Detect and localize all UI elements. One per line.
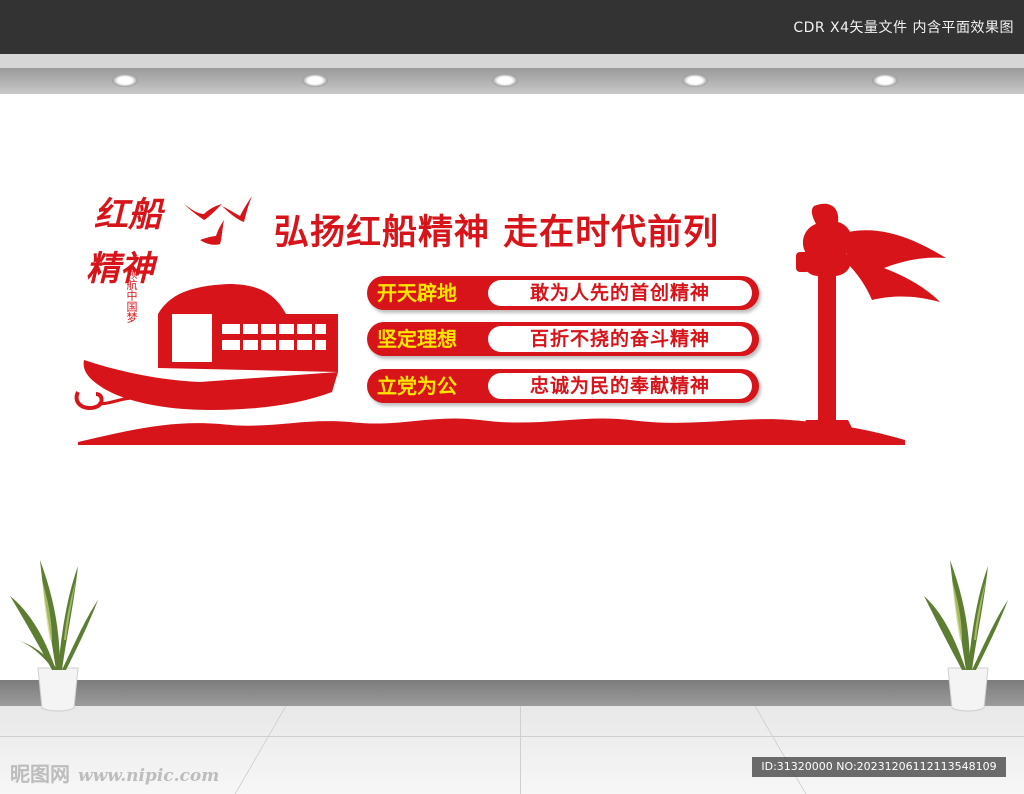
slogan-row: 坚定理想 百折不挠的奋斗精神 xyxy=(367,322,759,356)
watermark-brand: 昵图网 xyxy=(10,762,70,786)
watermark: 昵图网 www.nipic.com xyxy=(10,758,219,787)
slogan-key: 坚定理想 xyxy=(377,327,457,351)
slogan-value: 百折不挠的奋斗精神 xyxy=(529,328,710,350)
slogan-pill: 忠诚为民的奉献精神 xyxy=(488,373,752,399)
slogan-key: 开天辟地 xyxy=(377,281,457,305)
slogan-value: 敢为人先的首创精神 xyxy=(529,282,710,304)
red-boat-wall-panel: 红船 精神 领航中国梦 弘扬红船精神 走在时代前列 开天辟地 敢为人先的首创精神… xyxy=(0,0,1024,794)
image-id-label: ID:31320000 NO:20231206112113548109 xyxy=(752,757,1006,777)
calligraphy-line-2: 精神 xyxy=(86,249,154,289)
watermark-site: www.nipic.com xyxy=(78,766,220,786)
slogan-row: 开天辟地 敢为人先的首创精神 xyxy=(367,276,759,310)
slogan-key: 立党为公 xyxy=(377,374,457,398)
subtitle-vertical: 领航中国梦 xyxy=(125,268,138,323)
slogan-row: 立党为公 忠诚为民的奉献精神 xyxy=(367,369,759,403)
main-title: 弘扬红船精神 走在时代前列 xyxy=(274,213,720,253)
slogan-pill: 百折不挠的奋斗精神 xyxy=(488,326,752,352)
slogan-value: 忠诚为民的奉献精神 xyxy=(529,375,710,397)
slogan-pill: 敢为人先的首创精神 xyxy=(488,280,752,306)
calligraphy-line-1: 红船 xyxy=(94,195,162,235)
